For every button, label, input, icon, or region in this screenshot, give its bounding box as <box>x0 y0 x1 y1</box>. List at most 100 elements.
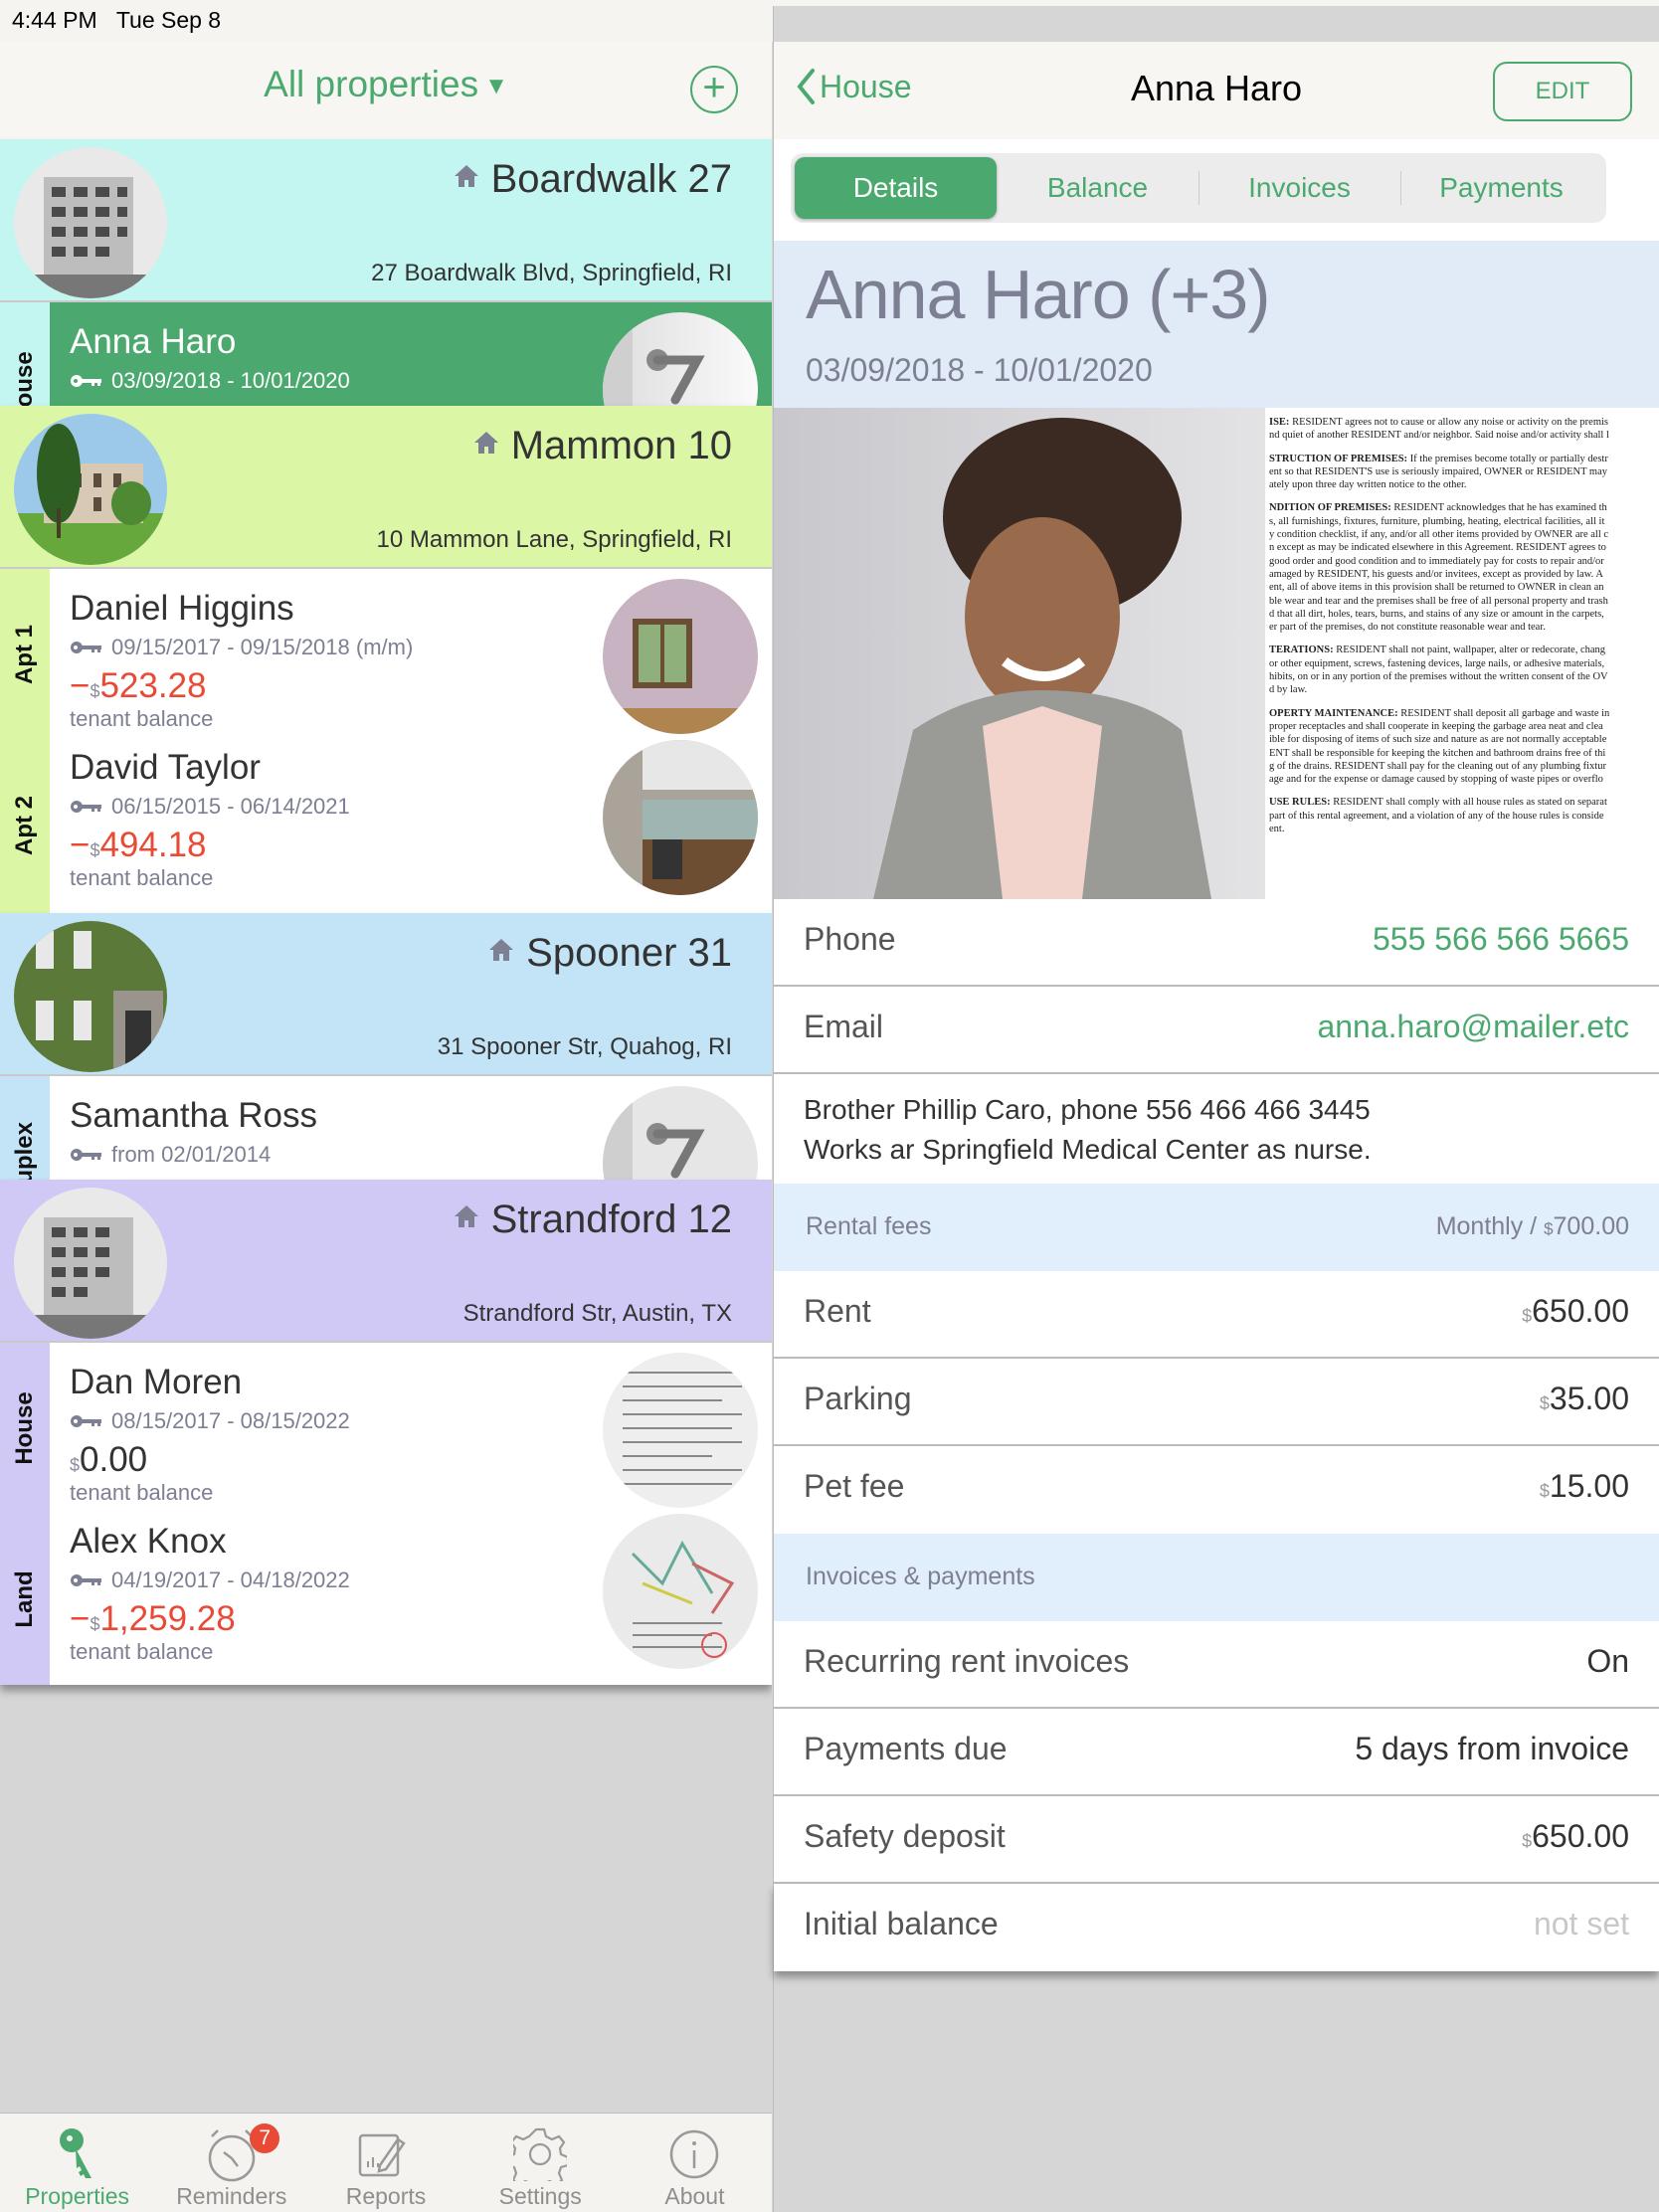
document-paragraph: NDITION OF PREMISES: RESIDENT acknowledg… <box>1269 502 1609 634</box>
recurring-invoices-row[interactable]: Recurring rent invoices On <box>774 1621 1659 1709</box>
lease-period: 04/19/2017 - 04/18/2022 <box>70 1567 350 1593</box>
tenant-balance: −$523.28 <box>70 666 207 705</box>
unit-row[interactable]: House Dan Moren 08/15/2017 - 08/15/2022 … <box>0 1343 772 1514</box>
status-time: 4:44 PM Tue Sep 8 <box>12 7 222 33</box>
tenant-header: Anna Haro (+3) 03/09/2018 - 10/01/2020 <box>774 241 1659 408</box>
caret-down-icon: ▼ <box>484 73 508 100</box>
document-paragraph: USE RULES: RESIDENT shall comply with al… <box>1269 797 1607 835</box>
house-icon <box>489 939 514 961</box>
key-icon <box>71 1415 101 1427</box>
fee-row-rent[interactable]: Rent $650.00 <box>774 1271 1659 1359</box>
property-header[interactable]: Strandford 12 Strandford Str, Austin, TX <box>0 1180 772 1343</box>
invoices-payments-header: Invoices & payments <box>774 1534 1659 1621</box>
tab-bar: Properties 7 Reminders Reports Settings … <box>0 2113 772 2212</box>
tenant-balance: −$494.18 <box>70 826 207 864</box>
segment-control: Details Balance Invoices Payments <box>791 153 1606 223</box>
key-icon <box>71 801 101 813</box>
lease-period: from 02/01/2014 <box>70 1142 271 1168</box>
key-icon <box>71 1149 101 1161</box>
unit-row[interactable]: Apt 2 David Taylor 06/15/2015 - 06/14/20… <box>0 740 772 911</box>
status-bar: 4:44 PM Tue Sep 8 100% ⚡ <box>0 0 1659 2176</box>
tenant-photo[interactable] <box>774 408 1265 899</box>
edit-button[interactable]: EDIT <box>1493 62 1632 121</box>
tenant-name: Samantha Ross <box>70 1096 318 1135</box>
property-address: 10 Mammon Lane, Springfield, RI <box>376 526 732 553</box>
property-photo <box>14 414 167 565</box>
key-icon <box>71 642 101 653</box>
tab-balance[interactable]: Balance <box>997 157 1198 219</box>
tab-settings[interactable]: Settings <box>463 2114 618 2212</box>
phone-link[interactable]: 555 566 566 5665 <box>1373 921 1629 958</box>
lease-dates: 03/09/2018 - 10/01/2020 <box>806 352 1153 388</box>
rental-fees-summary: Monthly / $700.00 <box>1435 1212 1629 1240</box>
lease-period: 03/09/2018 - 10/01/2020 <box>70 368 350 394</box>
rental-fees-header: Rental fees Monthly / $700.00 <box>774 1184 1659 1271</box>
property-header[interactable]: Spooner 31 31 Spooner Str, Quahog, RI <box>0 913 772 1076</box>
unit-label: Land <box>0 1514 50 1685</box>
tab-reports[interactable]: Reports <box>308 2114 462 2212</box>
unit-label: Apt 2 <box>0 740 50 911</box>
property-name: Spooner 31 <box>488 931 732 976</box>
fee-row-pet[interactable]: Pet fee $15.00 <box>774 1446 1659 1534</box>
property-card-strandford[interactable]: Strandford 12 Strandford Str, Austin, TX… <box>0 1180 772 1685</box>
property-name: Strandford 12 <box>454 1198 732 1242</box>
lease-period: 06/15/2015 - 06/14/2021 <box>70 794 350 820</box>
phone-row[interactable]: Phone 555 566 566 5665 <box>774 899 1659 987</box>
document-paragraph: TERATIONS: RESIDENT shall not paint, wal… <box>1269 645 1608 696</box>
property-address: 27 Boardwalk Blvd, Springfield, RI <box>371 260 732 286</box>
report-edit-icon <box>358 2133 406 2177</box>
tab-details[interactable]: Details <box>795 157 997 219</box>
house-icon <box>454 165 478 187</box>
lease-period: 08/15/2017 - 08/15/2022 <box>70 1408 350 1434</box>
gear-icon <box>513 2127 568 2181</box>
tab-payments[interactable]: Payments <box>1400 157 1602 219</box>
house-icon <box>454 1205 478 1227</box>
detail-nav-bar: House Anna Haro EDIT <box>774 42 1659 139</box>
email-row[interactable]: Email anna.haro@mailer.etc <box>774 987 1659 1074</box>
tenant-name: Alex Knox <box>70 1522 227 1561</box>
tenant-name: Anna Haro <box>70 322 237 361</box>
initial-balance-row[interactable]: Initial balance not set <box>774 1884 1659 1971</box>
lease-document-thumbnail[interactable]: ISE: RESIDENT agrees not to cause or all… <box>1265 408 1659 899</box>
tenant-detail-pane: House Anna Haro EDIT Details Balance Inv… <box>773 42 1659 2212</box>
key-icon <box>71 1574 101 1586</box>
property-photo <box>14 921 167 1072</box>
unit-photo <box>603 740 758 895</box>
property-address: Strandford Str, Austin, TX <box>462 1300 732 1327</box>
email-link[interactable]: anna.haro@mailer.etc <box>1317 1009 1629 1045</box>
property-name: Boardwalk 27 <box>454 157 732 202</box>
tenant-name: David Taylor <box>70 748 261 787</box>
document-paragraph: ISE: RESIDENT agrees not to cause or all… <box>1269 417 1609 442</box>
tab-about[interactable]: About <box>618 2114 772 2212</box>
unit-row[interactable]: Apt 1 Daniel Higgins 09/15/2017 - 09/15/… <box>0 569 772 740</box>
property-header[interactable]: Boardwalk 27 27 Boardwalk Blvd, Springfi… <box>0 139 772 302</box>
tab-reminders[interactable]: 7 Reminders <box>154 2114 308 2212</box>
tenant-name: Dan Moren <box>70 1363 243 1401</box>
unit-row[interactable]: Land Alex Knox 04/19/2017 - 04/18/2022 −… <box>0 1514 772 1685</box>
tab-invoices[interactable]: Invoices <box>1198 157 1400 219</box>
property-photo <box>14 1188 167 1339</box>
unit-label: Apt 1 <box>0 569 50 740</box>
property-header[interactable]: Mammon 10 10 Mammon Lane, Springfield, R… <box>0 406 772 569</box>
property-photo <box>14 147 167 298</box>
unit-label: House <box>0 1343 50 1514</box>
tenant-balance-label: tenant balance <box>70 865 214 890</box>
property-filter-dropdown[interactable]: All properties ▼ <box>0 64 772 105</box>
lease-period: 09/15/2017 - 09/15/2018 (m/m) <box>70 635 413 660</box>
fee-row-parking[interactable]: Parking $35.00 <box>774 1359 1659 1446</box>
tenant-balance: −$1,259.28 <box>70 1599 236 1638</box>
key-icon <box>71 375 101 387</box>
info-icon <box>670 2129 719 2179</box>
payments-due-row[interactable]: Payments due 5 days from invoice <box>774 1709 1659 1796</box>
safety-deposit-row[interactable]: Safety deposit $650.00 <box>774 1796 1659 1884</box>
unit-photo <box>603 1353 758 1508</box>
property-address: 31 Spooner Str, Quahog, RI <box>437 1033 732 1060</box>
tenant-balance-label: tenant balance <box>70 1480 214 1505</box>
properties-pane: All properties ▼ + Boardwalk 27 27 Boardw… <box>0 42 772 2212</box>
tenant-balance: $0.00 <box>70 1440 148 1479</box>
tenant-balance-label: tenant balance <box>70 1639 214 1664</box>
add-property-button[interactable]: + <box>690 66 738 113</box>
tenant-name: Daniel Higgins <box>70 589 294 628</box>
unit-photo <box>603 579 758 734</box>
tab-properties[interactable]: Properties <box>0 2114 154 2212</box>
